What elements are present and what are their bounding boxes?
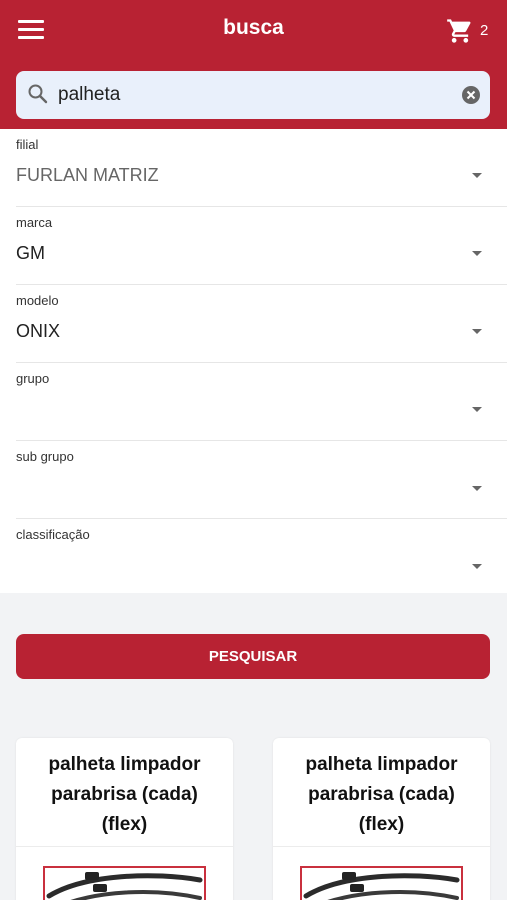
field-label: filial [16, 137, 39, 152]
dropdown-arrow-icon [472, 564, 482, 569]
cart-button[interactable]: 2 [446, 17, 494, 45]
field-label: grupo [16, 371, 50, 386]
field-label: marca [16, 215, 53, 230]
clear-icon[interactable] [461, 85, 481, 105]
search-input[interactable] [58, 81, 448, 109]
product-title: palheta limpador parabrisa (cada) (flex) [48, 754, 201, 835]
product-title: palheta limpador parabrisa (cada) (flex) [305, 754, 458, 835]
modelo-select[interactable]: modelo ONIX [0, 285, 507, 363]
cart-icon [447, 19, 471, 43]
field-label: sub grupo [16, 449, 74, 464]
page-title: busca [223, 16, 284, 39]
search-bar [16, 71, 490, 119]
dropdown-arrow-icon [472, 407, 482, 412]
classificacao-select[interactable]: classificação [0, 519, 507, 597]
product-card[interactable]: palheta limpador parabrisa (cada) (flex) [273, 738, 490, 900]
field-value: GM [16, 243, 45, 263]
search-button[interactable]: PESQUISAR [16, 634, 490, 679]
dropdown-arrow-icon [472, 329, 482, 334]
field-value: FURLAN MATRIZ [16, 165, 159, 185]
app-header: busca 2 [0, 0, 507, 129]
dropdown-arrow-icon [472, 251, 482, 256]
search-icon [28, 84, 48, 104]
sub-grupo-select[interactable]: sub grupo [0, 441, 507, 519]
field-label: classificação [16, 527, 90, 542]
filter-form: filial FURLAN MATRIZ marca GM modelo ONI… [0, 129, 507, 593]
field-value: ONIX [16, 321, 61, 341]
wiper-blade-image [43, 866, 206, 900]
filial-select[interactable]: filial FURLAN MATRIZ [0, 129, 507, 207]
grupo-select[interactable]: grupo [0, 363, 507, 441]
wiper-blade-image [300, 866, 463, 900]
dropdown-arrow-icon [472, 486, 482, 491]
cart-count-badge: 2 [480, 22, 489, 39]
product-card[interactable]: palheta limpador parabrisa (cada) (flex) [16, 738, 233, 900]
marca-select[interactable]: marca GM [0, 207, 507, 285]
field-label: modelo [16, 293, 59, 308]
dropdown-arrow-icon [472, 173, 482, 178]
